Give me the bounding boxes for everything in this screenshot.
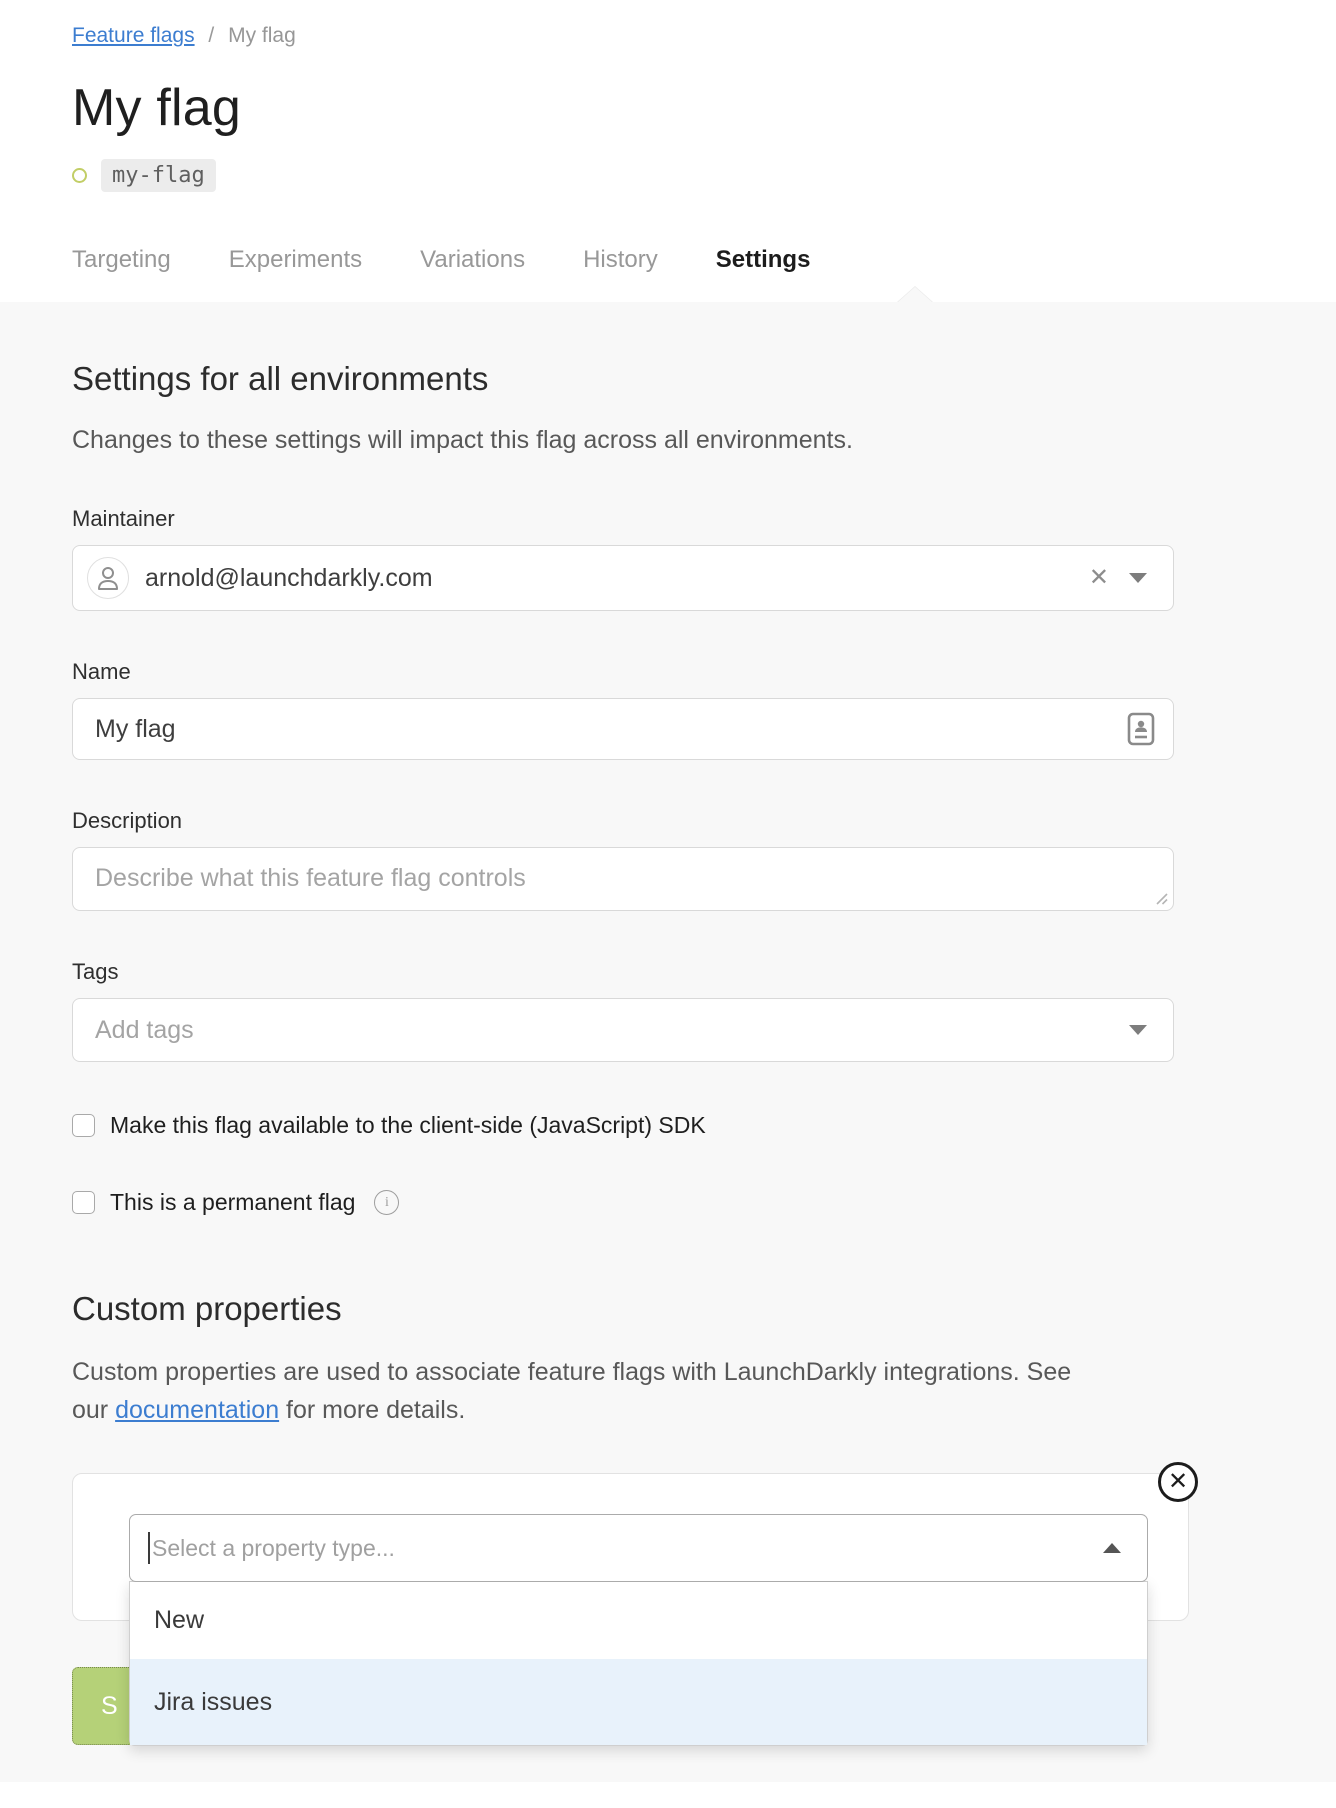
client-side-sdk-row: Make this flag available to the client-s… [72, 1112, 1174, 1139]
close-icon[interactable]: ✕ [1158, 1462, 1198, 1502]
permanent-flag-row: This is a permanent flag i [72, 1189, 1174, 1216]
client-side-sdk-checkbox[interactable] [72, 1114, 95, 1137]
menu-option-new[interactable]: New [130, 1582, 1147, 1659]
permanent-flag-checkbox[interactable] [72, 1191, 95, 1214]
name-label: Name [72, 659, 1174, 685]
tags-input[interactable] [95, 1016, 1129, 1045]
contact-card-icon [1127, 712, 1155, 746]
menu-option-jira-issues[interactable]: Jira issues [130, 1659, 1147, 1745]
client-side-sdk-label[interactable]: Make this flag available to the client-s… [110, 1112, 706, 1139]
page-title: My flag [72, 78, 1264, 138]
settings-section-heading: Settings for all environments [72, 360, 1174, 398]
tab-settings[interactable]: Settings [716, 246, 811, 274]
tab-history[interactable]: History [583, 246, 658, 274]
tags-select[interactable] [72, 998, 1174, 1062]
caret-down-icon[interactable] [1129, 1025, 1147, 1035]
maintainer-input[interactable] [145, 564, 1073, 593]
settings-panel: Settings for all environments Changes to… [0, 302, 1336, 1782]
maintainer-label: Maintainer [72, 506, 1174, 532]
flag-key-row: my-flag [72, 158, 1264, 192]
property-type-menu: New Jira issues [129, 1581, 1148, 1746]
property-type-placeholder: Select a property type... [152, 1535, 1103, 1562]
text-cursor [148, 1532, 150, 1564]
custom-property-card: ✕ Select a property type... New Jira iss… [72, 1473, 1189, 1621]
breadcrumb-separator: / [208, 24, 214, 47]
name-input[interactable] [95, 715, 1127, 744]
breadcrumb-feature-flags-link[interactable]: Feature flags [72, 24, 195, 47]
circle-outline-icon [72, 168, 87, 183]
caret-down-icon[interactable] [1129, 573, 1147, 583]
tags-label: Tags [72, 959, 1174, 985]
maintainer-select[interactable]: ✕ [72, 545, 1174, 611]
name-field[interactable] [72, 698, 1174, 760]
breadcrumb-current: My flag [228, 24, 296, 47]
person-icon [87, 557, 129, 599]
description-field [72, 847, 1174, 911]
documentation-link[interactable]: documentation [115, 1396, 279, 1424]
permanent-flag-label[interactable]: This is a permanent flag [110, 1189, 355, 1216]
custom-properties-heading: Custom properties [72, 1290, 1174, 1328]
caret-up-icon[interactable] [1103, 1543, 1121, 1553]
info-icon[interactable]: i [374, 1190, 399, 1215]
tab-variations[interactable]: Variations [420, 246, 525, 274]
breadcrumb: Feature flags / My flag [72, 24, 1264, 48]
page-header: Feature flags / My flag My flag my-flag … [0, 0, 1336, 302]
settings-section-subtext: Changes to these settings will impact th… [72, 422, 1092, 458]
description-textarea[interactable] [72, 847, 1174, 911]
tab-bar: Targeting Experiments Variations History… [72, 246, 1264, 302]
tab-experiments[interactable]: Experiments [229, 246, 362, 274]
custom-properties-intro: Custom properties are used to associate … [72, 1354, 1082, 1429]
clear-icon[interactable]: ✕ [1089, 566, 1109, 590]
property-type-select[interactable]: Select a property type... [129, 1514, 1148, 1582]
description-label: Description [72, 808, 1174, 834]
flag-key-badge[interactable]: my-flag [101, 159, 216, 192]
tab-targeting[interactable]: Targeting [72, 246, 171, 274]
intro-text-after: for more details. [279, 1396, 465, 1424]
active-tab-notch [897, 287, 933, 303]
